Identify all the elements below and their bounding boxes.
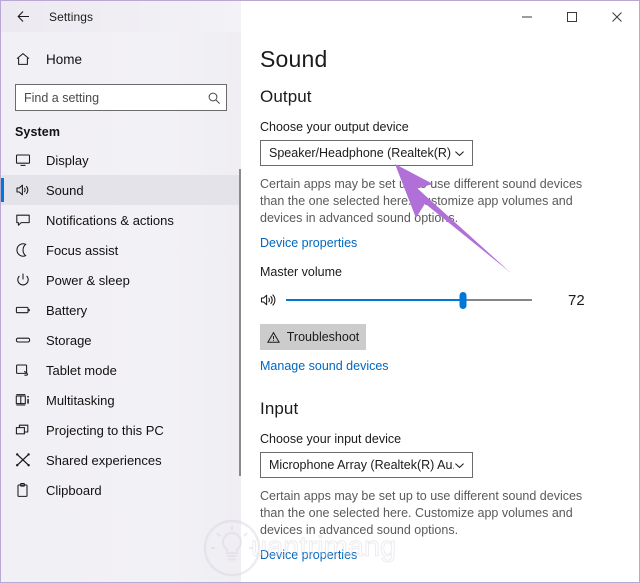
notification-icon bbox=[15, 212, 37, 228]
maximize-button[interactable] bbox=[549, 1, 594, 32]
minimize-button[interactable] bbox=[504, 1, 549, 32]
master-volume-label: Master volume bbox=[260, 265, 342, 279]
output-device-label: Choose your output device bbox=[260, 120, 409, 134]
shared-icon bbox=[15, 452, 37, 468]
chevron-down-icon bbox=[454, 148, 465, 159]
content-panel: Sound Output Choose your output device S… bbox=[242, 32, 639, 582]
sidebar-item-shared-experiences[interactable]: Shared experiences bbox=[1, 445, 241, 475]
input-device-properties-link[interactable]: Device properties bbox=[260, 548, 357, 562]
sidebar-item-label: Sound bbox=[46, 182, 84, 198]
master-volume-slider[interactable] bbox=[286, 290, 532, 310]
sidebar-item-tablet-mode[interactable]: Tablet mode bbox=[1, 355, 241, 385]
input-device-value: Microphone Array (Realtek(R) Au... bbox=[269, 458, 454, 472]
close-icon bbox=[611, 11, 622, 22]
sidebar: Home System Display bbox=[1, 32, 241, 582]
sidebar-item-label: Power & sleep bbox=[46, 272, 130, 288]
home-icon bbox=[15, 51, 37, 67]
monitor-icon bbox=[15, 152, 37, 168]
input-device-label: Choose your input device bbox=[260, 432, 402, 446]
sidebar-item-display[interactable]: Display bbox=[1, 145, 241, 175]
output-device-properties-link[interactable]: Device properties bbox=[260, 236, 357, 250]
warning-triangle-icon bbox=[266, 331, 280, 344]
sidebar-home-label: Home bbox=[46, 51, 83, 67]
sidebar-item-battery[interactable]: Battery bbox=[1, 295, 241, 325]
sidebar-item-label: Battery bbox=[46, 302, 88, 318]
settings-window: Settings Home Find a setting System Disp… bbox=[0, 0, 640, 583]
page-title: Sound bbox=[260, 46, 328, 72]
sidebar-item-label: Multitasking bbox=[46, 392, 115, 408]
power-icon bbox=[15, 272, 37, 288]
back-arrow-icon bbox=[16, 11, 29, 22]
sidebar-scrollbar[interactable] bbox=[237, 169, 241, 513]
troubleshoot-label: Troubleshoot bbox=[286, 330, 360, 344]
sidebar-item-multitasking[interactable]: Multitasking bbox=[1, 385, 241, 415]
sidebar-item-storage[interactable]: Storage bbox=[1, 325, 241, 355]
slider-thumb[interactable] bbox=[459, 292, 467, 309]
troubleshoot-button[interactable]: Troubleshoot bbox=[260, 324, 366, 350]
speaker-icon bbox=[15, 182, 37, 198]
input-section-heading: Input bbox=[260, 399, 299, 418]
multitasking-icon bbox=[15, 392, 37, 408]
sidebar-item-label: Display bbox=[46, 152, 89, 168]
sidebar-item-label: Clipboard bbox=[46, 482, 102, 498]
manage-sound-devices-link[interactable]: Manage sound devices bbox=[260, 359, 389, 373]
sidebar-item-power-sleep[interactable]: Power & sleep bbox=[1, 265, 241, 295]
sidebar-item-label: Focus assist bbox=[46, 242, 119, 258]
sidebar-item-sound[interactable]: Sound bbox=[1, 175, 241, 205]
sidebar-item-focus-assist[interactable]: Focus assist bbox=[1, 235, 241, 265]
sidebar-item-label: Notifications & actions bbox=[46, 212, 174, 228]
maximize-icon bbox=[566, 11, 577, 22]
tablet-icon bbox=[15, 362, 37, 378]
sidebar-group-title: System bbox=[15, 125, 61, 139]
search-icon[interactable] bbox=[202, 85, 226, 110]
speaker-wave-icon[interactable] bbox=[260, 292, 282, 308]
close-button[interactable] bbox=[594, 1, 639, 32]
input-device-dropdown[interactable]: Microphone Array (Realtek(R) Au... bbox=[260, 452, 473, 478]
back-button[interactable] bbox=[1, 1, 45, 32]
sidebar-item-home[interactable]: Home bbox=[1, 42, 241, 76]
sidebar-scrollbar-thumb[interactable] bbox=[239, 169, 241, 476]
sidebar-item-projecting[interactable]: Projecting to this PC bbox=[1, 415, 241, 445]
master-volume-value: 72 bbox=[568, 291, 585, 309]
sidebar-item-label: Shared experiences bbox=[46, 452, 162, 468]
output-helper-text: Certain apps may be set up to use differ… bbox=[260, 177, 583, 225]
sidebar-item-clipboard[interactable]: Clipboard bbox=[1, 475, 241, 505]
title-bar: Settings bbox=[1, 1, 639, 32]
minimize-icon bbox=[521, 16, 532, 17]
storage-icon bbox=[15, 332, 37, 348]
sidebar-item-label: Tablet mode bbox=[46, 362, 117, 378]
app-title: Settings bbox=[49, 9, 94, 24]
output-section-heading: Output bbox=[260, 87, 312, 106]
clipboard-icon bbox=[15, 482, 37, 498]
sidebar-item-label: Projecting to this PC bbox=[46, 422, 164, 438]
chevron-down-icon bbox=[454, 460, 465, 471]
slider-fill bbox=[286, 299, 464, 301]
master-volume-row: 72 bbox=[260, 288, 639, 312]
sidebar-item-notifications[interactable]: Notifications & actions bbox=[1, 205, 241, 235]
search-box[interactable] bbox=[15, 84, 227, 111]
battery-icon bbox=[15, 302, 37, 318]
search-input[interactable] bbox=[16, 85, 202, 110]
output-device-dropdown[interactable]: Speaker/Headphone (Realtek(R) A... bbox=[260, 140, 473, 166]
title-bar-left: Settings bbox=[1, 1, 241, 32]
projecting-icon bbox=[15, 422, 37, 438]
moon-icon bbox=[15, 242, 37, 258]
sidebar-item-label: Storage bbox=[46, 332, 92, 348]
output-device-value: Speaker/Headphone (Realtek(R) A... bbox=[269, 146, 454, 160]
input-helper-text: Certain apps may be set up to use differ… bbox=[260, 489, 583, 537]
window-controls bbox=[241, 1, 639, 32]
